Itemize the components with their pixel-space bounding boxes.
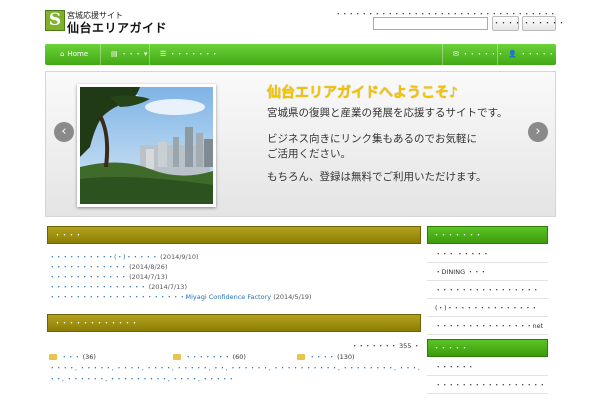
category-item: ・・・ (36) [49,351,96,361]
sidebar-link[interactable]: ・DINING ・・・ [427,264,548,281]
news-link[interactable]: ・・・・・・・・・・・・・・・ [49,283,147,291]
sidebar-link[interactable]: ・・・・・・・・・・・・・・・・ [427,282,548,299]
nav-home[interactable]: ⌂ Home [51,44,97,65]
list-item: ・・・・・・・・・・・・・・・・・・・・・Miyagi Confidence F… [49,292,419,302]
news-link[interactable]: ・・・・・・・・・・・・ [49,273,127,281]
nav-list[interactable]: ☰ ・・・・・・・ [151,44,227,65]
nav-list-label: ・・・・・・・ [169,50,219,58]
logo-mark: S [45,10,65,31]
sidebar-link[interactable]: (・)・・・・・・・・・・・・・・ [427,300,548,317]
sidebar-link[interactable]: ・・・・・・ [427,359,548,376]
slider-line: もちろん、登録は無料でご利用いただけます。 [267,171,487,183]
category-count: (60) [232,353,246,361]
photo-image [80,87,213,204]
home-icon: ⌂ [60,50,65,58]
list-item: ・・・・・・・・・・・・・・・ (2014/7/13) [49,282,419,292]
list-item: ・・・・・・・・・・・・ (2014/8/26) [49,262,419,272]
folder-icon: ▤ [111,50,118,58]
sidebar-link[interactable]: ・・・・・・・・・・・・・・・・・・ [427,377,548,394]
nav-divider [149,44,150,65]
nav-divider [100,44,101,65]
nav-category-label: ・・・ [120,50,142,58]
list-icon: ☰ [160,50,167,58]
category-link[interactable]: ・・・・ [309,353,335,361]
subcategory-links[interactable]: ・・・・, ・・・・・, ・・・・, ・・・・, ・・・・・, ・・, ・・・・… [49,363,421,385]
slider-title: 仙台エリアガイドへようこそ♪ [267,85,458,101]
main-nav: ⌂ Home ▤ ・・・ ▾ ☰ ・・・・・・・ ✉ ・・・・・・ 👤 ・・・・・ ▾ [45,44,560,65]
total-count: ・・・・・・・ 355 ・ [351,342,420,350]
slider-line: ビジネス向きにリンク集もあるのでお気軽に [267,133,477,145]
news-date: (2014/8/26) [129,263,168,271]
sendai-cityscape-photo [77,84,216,207]
nav-member[interactable]: 👤 ・・・・・ ▾ [499,44,569,65]
category-count: (130) [337,353,355,361]
nav-divider [497,44,498,65]
search-button[interactable]: ・・・・ [492,16,521,31]
news-link[interactable]: ・・・・・・・・・・(・)・・・・・ [49,253,158,261]
news-date: (2014/7/13) [148,283,187,291]
folder-icon [49,354,57,360]
folder-icon [297,354,305,360]
news-link[interactable]: ・・・・・・・・・・・・・・・・・・・・・Miyagi Confidence F… [49,293,271,301]
news-heading: ・・・・ [47,226,421,244]
mail-icon: ✉ [453,50,459,58]
category-link[interactable]: ・・・・・・・ [185,353,231,361]
list-item: ・・・・・・・・・・・・ (2014/7/13) [49,272,419,282]
logo-title: 仙台エリアガイド [67,21,168,35]
hero-slider: ‹ › 仙台エリアガイドへようこそ♪ 宮城県の復興と産業の発展を応援するサイトで… [45,71,556,217]
slider-prev-button[interactable]: ‹ [54,122,74,142]
chevron-down-icon: ▾ [556,50,561,58]
category-item: ・・・・・・・ (60) [173,351,246,361]
list-item: ・・・・・・・・・・(・)・・・・・ (2014/9/10) [49,252,419,262]
sidebar-heading: ・・・・・ [427,339,548,357]
news-date: (2014/5/19) [273,293,312,301]
chevron-down-icon: ▾ [143,50,148,58]
site-logo[interactable]: S 宮城応援サイト 仙台エリアガイド [45,10,168,35]
news-link[interactable]: ・・・・・・・・・・・・ [49,263,127,271]
news-list: ・・・・・・・・・・(・)・・・・・ (2014/9/10) ・・・・・・・・・… [49,252,419,302]
category-count: (36) [82,353,96,361]
sidebar-link[interactable]: ・・・・・・・・・・・・・・・net [427,318,548,335]
user-icon: 👤 [508,50,517,58]
news-date: (2014/9/10) [160,253,199,261]
slider-next-button[interactable]: › [528,122,548,142]
sidebar-link[interactable]: ・・・ ・・・・・ [427,246,548,263]
detail-search-button[interactable]: ・・・・・・ [522,16,565,31]
nav-home-label: Home [67,50,89,58]
nav-divider [442,44,443,65]
category-link[interactable]: ・・・ [61,353,81,361]
nav-member-label: ・・・・・ [519,50,555,58]
news-date: (2014/7/13) [129,273,168,281]
sidebar-heading: ・・・・・・・ [427,226,548,244]
category-item: ・・・・ (130) [297,351,355,361]
slider-line: 宮城県の復興と産業の発展を応援するサイトです。 [267,107,508,119]
slider-line: ご活用ください。 [267,148,351,160]
search-input[interactable] [373,17,488,30]
categories-heading: ・・・・・・・・・・・・ [47,314,421,332]
folder-icon [173,354,181,360]
